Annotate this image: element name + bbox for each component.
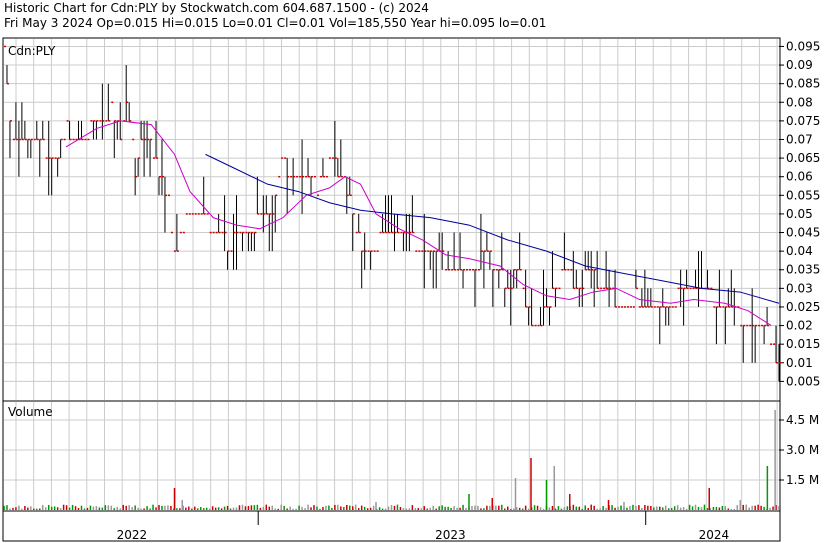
- volume-tick-label: 1.5 M: [786, 473, 819, 487]
- price-tick-label: 0.075: [786, 114, 820, 128]
- price-tick-label: 0.07: [786, 132, 813, 146]
- price-tick-label: 0.03: [786, 281, 813, 295]
- price-tick-label: 0.01: [786, 356, 813, 370]
- volume-tick-label: 4.5 M: [786, 413, 819, 427]
- volume-tick-label: 3.0 M: [786, 443, 819, 457]
- year-labels: 2022 2023 2024: [117, 511, 730, 542]
- volume-grid: [4, 402, 779, 510]
- volume-bars: [3, 410, 780, 510]
- price-tick-label: 0.04: [786, 244, 813, 258]
- price-tick-label: 0.065: [786, 151, 820, 165]
- price-tick-label: 0.005: [786, 374, 820, 388]
- year-label: 2022: [117, 528, 148, 542]
- price-tick-label: 0.095: [786, 39, 820, 53]
- year-label: 2024: [699, 528, 730, 542]
- price-tick-label: 0.08: [786, 95, 813, 109]
- chart-title: Cdn:PLY: [8, 44, 56, 58]
- price-tick-labels: 0.095 0.09 0.085 0.08 0.075 0.07 0.065 0.06 0.05…: [779, 39, 820, 388]
- price-tick-label: 0.015: [786, 337, 820, 351]
- price-tick-label: 0.025: [786, 300, 820, 314]
- price-tick-label: 0.05: [786, 207, 813, 221]
- price-tick-label: 0.045: [786, 226, 820, 240]
- price-tick-label: 0.06: [786, 170, 813, 184]
- price-tick-label: 0.085: [786, 77, 820, 91]
- volume-panel-frame: [2, 400, 781, 512]
- volume-tick-labels: 4.5 M 3.0 M 1.5 M: [779, 413, 819, 487]
- year-label: 2023: [435, 528, 466, 542]
- short-ma-line: [65, 120, 772, 326]
- price-tick-label: 0.09: [786, 58, 813, 72]
- stock-chart: Cdn:PLY Volume 0.0950.090.0850.080.0750.…: [2, 37, 820, 542]
- price-tick-label: 0.035: [786, 263, 820, 277]
- volume-label: Volume: [8, 405, 53, 419]
- price-tick-label: 0.02: [786, 319, 813, 333]
- price-tick-label: 0.055: [786, 188, 820, 202]
